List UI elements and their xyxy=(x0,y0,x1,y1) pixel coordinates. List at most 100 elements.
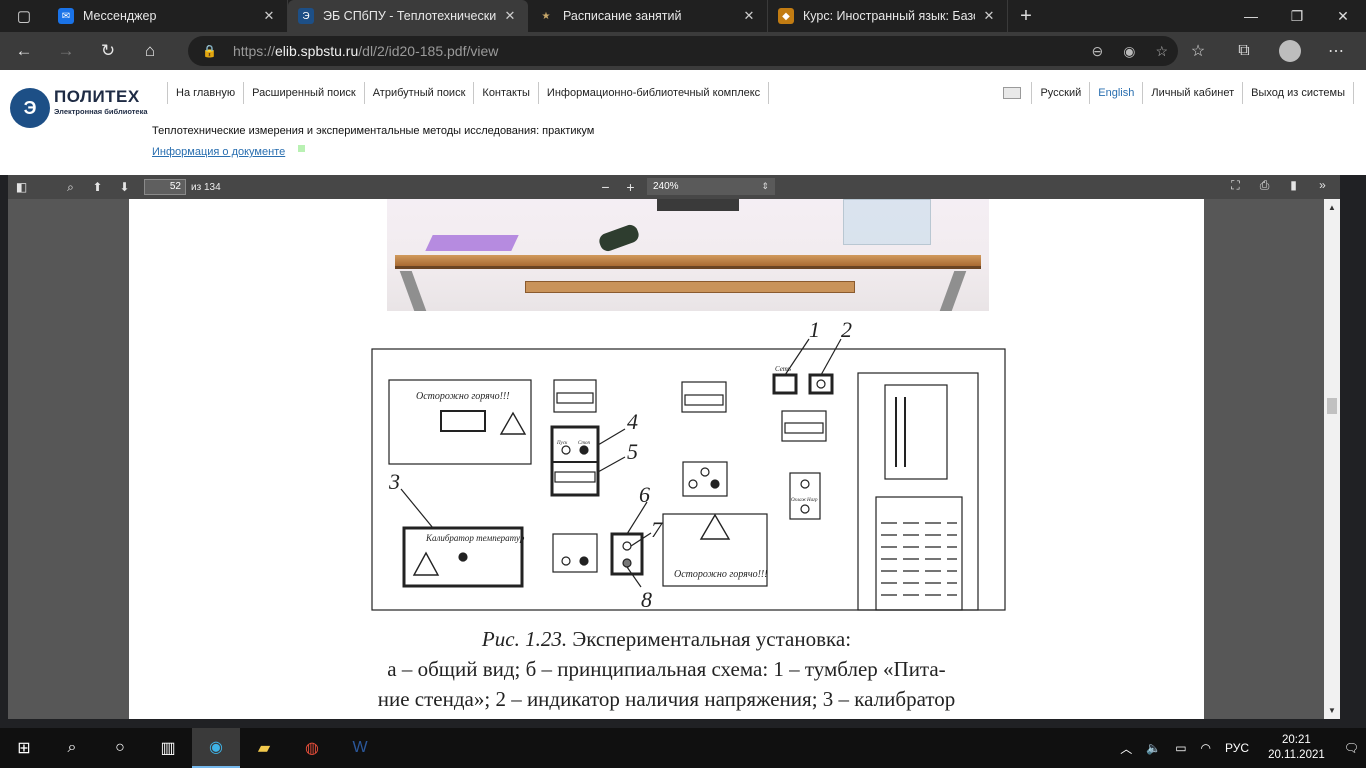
heating-label: Нагр xyxy=(806,498,818,503)
back-icon[interactable]: ← xyxy=(6,35,42,67)
tab-elib[interactable]: Э ЭБ СПбПУ - Теплотехнические ✕ xyxy=(288,0,528,32)
minimize-icon[interactable]: — xyxy=(1228,0,1274,32)
system-tray: ︿ 🔈 ▭ ◠ РУС 20:21 20.11.2021 🗨 xyxy=(1113,728,1366,768)
lang-russian[interactable]: Русский xyxy=(1031,82,1089,104)
search-icon[interactable]: ⌕ xyxy=(48,728,96,768)
new-tab-button[interactable]: + xyxy=(1008,0,1044,32)
tab-actions-icon[interactable]: ▢ xyxy=(0,0,48,32)
warning-label-2: Осторожно горячо!!! xyxy=(674,569,768,580)
page-number-input[interactable]: 52 xyxy=(144,179,186,195)
caption-line-1: Рис. 1.23. Экспериментальная установка: xyxy=(481,627,852,651)
refresh-icon[interactable]: ↻ xyxy=(90,35,126,67)
document-title: Теплотехнические измерения и эксперимент… xyxy=(152,125,595,137)
tab-title: ЭБ СПбПУ - Теплотехнические xyxy=(323,9,496,23)
fullscreen-icon[interactable]: ⛶ xyxy=(1222,178,1249,193)
scroll-down-icon[interactable]: ▼ xyxy=(1328,706,1336,715)
label-2: 2 xyxy=(841,317,852,342)
menu-logout[interactable]: Выход из системы xyxy=(1242,82,1354,104)
stand-schematic: 1 2 3 4 5 6 7 8 Сеть Осторожно горячо!!!… xyxy=(371,317,1006,612)
menu-home[interactable]: На главную xyxy=(167,82,243,104)
label-1: 1 xyxy=(809,317,820,342)
lock-icon[interactable]: 🔒 xyxy=(202,44,217,58)
lang-english[interactable]: English xyxy=(1089,82,1142,104)
window-close-icon[interactable]: ✕ xyxy=(1320,0,1366,32)
mail-icon[interactable] xyxy=(1003,87,1022,99)
show-hidden-icon[interactable]: ︿ xyxy=(1113,740,1139,757)
cortana-icon[interactable]: ○ xyxy=(96,728,144,768)
zoom-out-icon[interactable]: − xyxy=(593,179,618,195)
close-icon[interactable]: ✕ xyxy=(741,8,757,24)
tab-schedule[interactable]: ★ Расписание занятий ✕ xyxy=(528,0,768,32)
menu-contacts[interactable]: Контакты xyxy=(473,82,538,104)
tab-strip: ▢ ✉ Мессенджер ✕ Э ЭБ СПбПУ - Теплотехни… xyxy=(0,0,1366,32)
search-icon[interactable]: ⌕ xyxy=(57,180,84,195)
chrome-icon[interactable]: ◍ xyxy=(288,728,336,768)
menu-library-complex[interactable]: Информационно-библиотечный комплекс xyxy=(537,82,770,104)
volume-icon[interactable]: 🔈 xyxy=(1139,741,1168,755)
close-icon[interactable]: ✕ xyxy=(261,8,277,24)
label-5: 5 xyxy=(627,439,638,464)
prev-page-icon[interactable]: ⬆ xyxy=(84,180,111,194)
zoom-icon[interactable]: ⊖ xyxy=(1091,43,1103,60)
logo-name: ПОЛИТЕХ xyxy=(54,87,140,106)
label-8: 8 xyxy=(641,587,652,612)
scroll-thumb[interactable] xyxy=(1327,398,1337,414)
label-4: 4 xyxy=(627,409,638,434)
user-menu: Русский English Личный кабинет Выход из … xyxy=(993,82,1354,104)
zoom-in-icon[interactable]: + xyxy=(618,179,643,195)
word-icon[interactable]: W xyxy=(336,728,384,768)
menu-account[interactable]: Личный кабинет xyxy=(1142,82,1242,104)
url-text: https://elib.spbstu.ru/dl/2/id20-185.pdf… xyxy=(232,43,499,59)
elib-favicon-icon: Э xyxy=(298,8,314,24)
sidebar-toggle-icon[interactable]: ◧ xyxy=(8,180,35,194)
library-page: Э ПОЛИТЕХ Электронная библиотека На глав… xyxy=(0,70,1366,175)
menu-advanced-search[interactable]: Расширенный поиск xyxy=(243,82,364,104)
politech-logo[interactable]: Э ПОЛИТЕХ Электронная библиотека xyxy=(10,85,155,135)
forward-icon[interactable]: → xyxy=(48,35,84,67)
tab-messenger[interactable]: ✉ Мессенджер ✕ xyxy=(48,0,288,32)
pdf-viewer[interactable]: 1 2 3 4 5 6 7 8 Сеть Осторожно горячо!!!… xyxy=(8,199,1340,719)
print-icon[interactable]: ⎙ xyxy=(1251,178,1278,193)
label-3: 3 xyxy=(388,469,400,494)
caption-line-2: а – общий вид; б – принципиальная схема:… xyxy=(387,657,946,681)
document-info-link[interactable]: Информация о документе xyxy=(152,146,285,158)
scroll-up-icon[interactable]: ▲ xyxy=(1328,203,1336,212)
task-view-icon[interactable]: ▥ xyxy=(144,728,192,768)
calibrator-label: Калибратор температур xyxy=(425,533,525,543)
profile-avatar[interactable] xyxy=(1279,40,1301,62)
collections-icon[interactable]: ⧉ xyxy=(1224,35,1264,67)
close-icon[interactable]: ✕ xyxy=(502,8,518,24)
menu-attribute-search[interactable]: Атрибутный поиск xyxy=(363,82,474,104)
pdf-page: 1 2 3 4 5 6 7 8 Сеть Осторожно горячо!!!… xyxy=(129,199,1204,719)
network-icon[interactable]: ◠ xyxy=(1194,741,1218,755)
edge-icon[interactable]: ◉ xyxy=(192,728,240,768)
navigation-bar: ← → ↻ ⌂ 🔒 https://elib.spbstu.ru/dl/2/id… xyxy=(0,32,1366,70)
logo-subtitle: Электронная библиотека xyxy=(54,107,148,116)
add-favorite-icon[interactable]: ☆ xyxy=(1155,43,1168,60)
pdf-toolbar: ◧ ⌕ ⬆ ⬇ 52 из 134 − + 240% ⛶ ⎙ ▮ » xyxy=(8,175,1340,199)
home-icon[interactable]: ⌂ xyxy=(132,35,168,67)
next-page-icon[interactable]: ⬇ xyxy=(111,180,138,194)
tab-course[interactable]: ◆ Курс: Иностранный язык: Базов ✕ xyxy=(768,0,1008,32)
battery-icon[interactable]: ▭ xyxy=(1168,741,1193,755)
tracking-icon[interactable]: ◉ xyxy=(1123,43,1135,60)
zoom-select[interactable]: 240% xyxy=(647,178,775,195)
bookmark-icon[interactable]: ▮ xyxy=(1280,178,1307,193)
more-menu-icon[interactable]: ⋯ xyxy=(1316,35,1356,67)
info-marker-icon xyxy=(298,145,305,152)
start-icon[interactable]: ⊞ xyxy=(0,728,48,768)
clock[interactable]: 20:21 20.11.2021 xyxy=(1256,733,1337,763)
language-indicator[interactable]: РУС xyxy=(1218,741,1256,755)
tools-icon[interactable]: » xyxy=(1309,178,1336,193)
favorites-icon[interactable]: ☆ xyxy=(1178,35,1218,67)
windows-taskbar: ⊞ ⌕ ○ ▥ ◉ ▰ ◍ W ︿ 🔈 ▭ ◠ РУС 20:21 20.11.2… xyxy=(0,728,1366,768)
address-bar[interactable]: 🔒 https://elib.spbstu.ru/dl/2/id20-185.p… xyxy=(188,36,1178,66)
file-explorer-icon[interactable]: ▰ xyxy=(240,728,288,768)
restore-icon[interactable]: ❐ xyxy=(1274,0,1320,32)
notifications-icon[interactable]: 🗨 xyxy=(1337,741,1366,755)
vertical-scrollbar[interactable]: ▲ ▼ xyxy=(1324,199,1340,719)
stand-photo xyxy=(387,199,989,311)
close-icon[interactable]: ✕ xyxy=(981,8,997,24)
tab-title: Курс: Иностранный язык: Базов xyxy=(803,9,975,23)
set-label: Сеть xyxy=(775,365,791,373)
